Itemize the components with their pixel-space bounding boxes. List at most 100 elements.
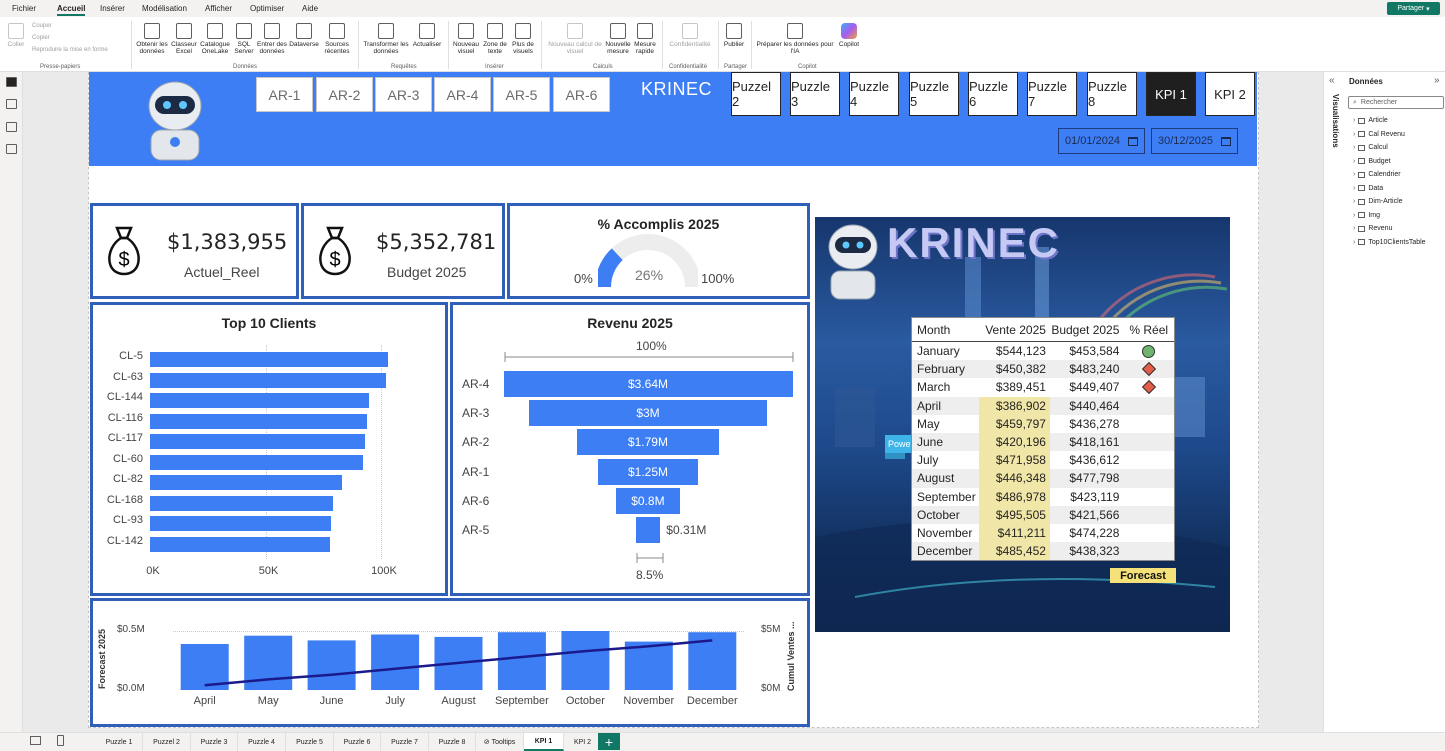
- page-tab[interactable]: Puzzle 3: [191, 733, 238, 751]
- page-tab[interactable]: Puzzel 2: [143, 733, 191, 751]
- dataverse-button[interactable]: Dataverse: [288, 23, 320, 48]
- field-item[interactable]: › Article: [1353, 117, 1388, 124]
- funnel-bar[interactable]: $1.79M: [576, 429, 719, 456]
- field-item[interactable]: › Calcul: [1353, 144, 1388, 151]
- dax-view-icon[interactable]: [6, 144, 17, 154]
- visualisations-tab[interactable]: Visualisations: [1331, 94, 1340, 148]
- field-item[interactable]: › Budget: [1353, 158, 1391, 165]
- date-end-input[interactable]: 30/12/2025: [1151, 128, 1238, 154]
- format-painter-button[interactable]: Reproduire la mise en forme: [32, 47, 108, 53]
- nav-ar-3[interactable]: AR-3: [375, 77, 432, 112]
- ai-prep-button[interactable]: Préparer les données pour l'IA: [754, 23, 836, 55]
- col-month[interactable]: Month: [912, 323, 979, 337]
- new-visual-button[interactable]: Nouveau visuel: [451, 23, 481, 55]
- visual-calc-button[interactable]: Nouveau calcul de visuel: [545, 23, 605, 55]
- report-view-icon[interactable]: [6, 77, 17, 87]
- onelake-button[interactable]: Catalogue OneLake: [198, 23, 232, 55]
- nav-puzzle-6[interactable]: Puzzle 6: [968, 72, 1018, 116]
- client-bar[interactable]: [150, 454, 363, 470]
- field-item[interactable]: › Data: [1353, 185, 1383, 192]
- get-data-button[interactable]: Obtenir les données: [134, 23, 170, 55]
- nav-puzzle-8[interactable]: Puzzle 8: [1087, 72, 1137, 116]
- transform-button[interactable]: Transformer les données: [362, 23, 410, 55]
- table-row[interactable]: February $450,382 $483,240: [912, 360, 1174, 379]
- calendar-icon[interactable]: [1221, 136, 1232, 146]
- funnel-bar[interactable]: [635, 517, 661, 543]
- client-bar[interactable]: [150, 352, 388, 367]
- nav-ar-2[interactable]: AR-2: [316, 77, 373, 112]
- nav-kpi-2[interactable]: KPI 2: [1205, 72, 1255, 116]
- table-row[interactable]: January $544,123 $453,584: [912, 342, 1174, 360]
- field-item[interactable]: › Top10ClientsTable: [1353, 239, 1426, 246]
- menu-optimiser[interactable]: Optimiser: [250, 4, 284, 13]
- client-bar[interactable]: [150, 413, 368, 429]
- table-row[interactable]: March $389,451 $449,407: [912, 378, 1174, 396]
- forecast-bar[interactable]: [371, 634, 420, 691]
- cut-button[interactable]: Couper: [32, 23, 52, 29]
- field-item[interactable]: › Dim-Article: [1353, 198, 1403, 205]
- refresh-button[interactable]: Actualiser: [410, 23, 444, 48]
- page-tab[interactable]: Puzzle 8: [429, 733, 476, 751]
- page-tab[interactable]: Puzzle 7: [381, 733, 429, 751]
- field-item[interactable]: › Img: [1353, 212, 1380, 219]
- client-bar[interactable]: [150, 434, 365, 449]
- kpi-table[interactable]: Month Vente 2025 Budget 2025 % Réel Janu…: [911, 317, 1175, 562]
- page-tab[interactable]: Puzzle 4: [238, 733, 286, 751]
- table-row[interactable]: June $420,196 $418,161: [912, 432, 1174, 452]
- forecast-bar[interactable]: [561, 631, 610, 690]
- nav-puzzle-5[interactable]: Puzzle 5: [909, 72, 959, 116]
- table-row[interactable]: October $495,505 $421,566: [912, 505, 1174, 524]
- client-bar[interactable]: [150, 475, 342, 490]
- table-row[interactable]: April $386,902 $440,464: [912, 396, 1174, 415]
- revenue-panel[interactable]: Revenu 2025 100% AR-4 $3.64M AR-3 $3M AR-2 $1…: [450, 302, 810, 596]
- page-tab[interactable]: ⊘ Tooltips: [476, 733, 524, 751]
- nav-puzzel-2[interactable]: Puzzel 2: [731, 72, 781, 116]
- model-view-icon[interactable]: [6, 122, 17, 132]
- calendar-icon[interactable]: [1128, 136, 1139, 146]
- paste-button[interactable]: Coller: [6, 23, 26, 48]
- table-row[interactable]: July $471,958 $436,612: [912, 451, 1174, 470]
- menu-inserer[interactable]: Insérer: [100, 4, 125, 13]
- sql-button[interactable]: SQL Server: [232, 23, 256, 55]
- card-actual[interactable]: $ $1,383,955 Actuel_Reel: [90, 203, 299, 299]
- menu-aide[interactable]: Aide: [302, 4, 318, 13]
- top-clients-panel[interactable]: Top 10 Clients CL-5 CL-63 CL-144 CL-116 CL-1…: [90, 302, 448, 596]
- table-row[interactable]: August $446,348 $477,798: [912, 469, 1174, 488]
- nav-ar-6[interactable]: AR-6: [553, 77, 610, 112]
- forecast-bar[interactable]: [307, 640, 356, 690]
- mobile-view-icon[interactable]: [57, 735, 64, 746]
- menu-afficher[interactable]: Afficher: [205, 4, 232, 13]
- page-tab[interactable]: KPI 1: [524, 733, 564, 751]
- sensitivity-button[interactable]: Confidentialité: [665, 23, 715, 48]
- field-item[interactable]: › Cal Revenu: [1353, 131, 1405, 138]
- funnel-bar[interactable]: $3M: [528, 400, 768, 427]
- nav-ar-4[interactable]: AR-4: [434, 77, 491, 112]
- share-button[interactable]: Partager ▾: [1387, 2, 1440, 15]
- client-bar[interactable]: [150, 372, 386, 388]
- copy-button[interactable]: Copier: [32, 35, 50, 41]
- menu-accueil[interactable]: Accueil: [57, 4, 86, 16]
- date-start-input[interactable]: 01/01/2024: [1058, 128, 1145, 154]
- client-bar[interactable]: [150, 393, 370, 408]
- more-visuals-button[interactable]: Plus de visuels: [509, 23, 537, 55]
- collapse-chevron-icon[interactable]: «: [1329, 75, 1335, 86]
- funnel-bar[interactable]: $0.8M: [616, 487, 680, 514]
- page-tab[interactable]: Puzzle 6: [334, 733, 381, 751]
- quick-measure-button[interactable]: Mesure rapide: [632, 23, 658, 55]
- data-search-input[interactable]: ⌕ Rechercher: [1348, 96, 1444, 109]
- gauge-panel[interactable]: % Accomplis 2025 0% 26% 100%: [507, 203, 810, 299]
- forecast-panel[interactable]: $0.5M $0.0M $5M $0M April May June July August Se…: [90, 598, 810, 727]
- col-vente[interactable]: Vente 2025: [979, 323, 1050, 337]
- nav-puzzle-7[interactable]: Puzzle 7: [1027, 72, 1077, 116]
- table-row[interactable]: September $486,978 $423,119: [912, 487, 1174, 506]
- table-row[interactable]: May $459,797 $436,278: [912, 414, 1174, 433]
- textbox-button[interactable]: Zone de texte: [481, 23, 509, 55]
- recent-sources-button[interactable]: Sources récentes: [320, 23, 354, 55]
- nav-ar-5[interactable]: AR-5: [493, 77, 550, 112]
- page-tab[interactable]: KPI 2: [564, 733, 602, 751]
- table-row[interactable]: December $485,452 $438,323: [912, 542, 1174, 561]
- add-page-button[interactable]: +: [598, 733, 620, 750]
- page-tab[interactable]: Puzzle 5: [286, 733, 334, 751]
- forecast-bar[interactable]: [497, 632, 546, 690]
- copilot-button[interactable]: Copilot: [836, 23, 862, 48]
